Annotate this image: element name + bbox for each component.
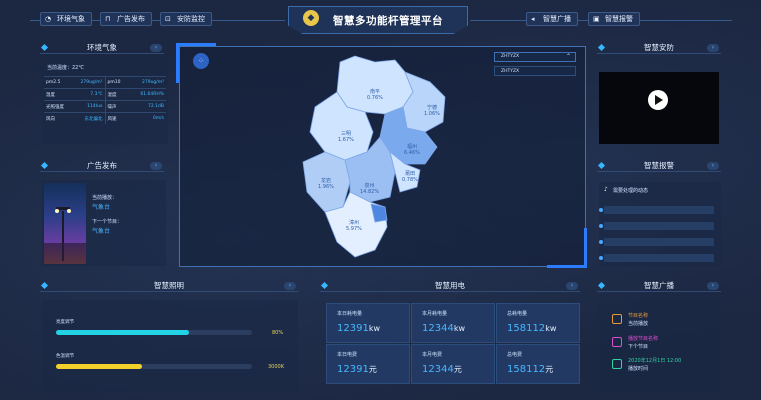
power-panel-header: 智慧用电 › xyxy=(320,280,580,292)
region-ningde[interactable] xyxy=(402,71,446,133)
chevron-right-icon[interactable]: › xyxy=(150,44,162,52)
region-label-quanzhou: 泉州 14.82% xyxy=(360,183,380,195)
alarm-icon: ▣ xyxy=(593,15,600,23)
playlist-icon xyxy=(612,337,622,347)
power-stat-monthly-fee: 本月电费 12344元 xyxy=(411,344,495,384)
ad-icon: ⊓ xyxy=(105,15,111,23)
brightness-value: 80% xyxy=(272,330,284,336)
calendar-icon xyxy=(612,359,622,369)
ad-next-label: 下一个节目： xyxy=(92,219,123,225)
diamond-icon xyxy=(40,43,49,52)
alarm-item[interactable] xyxy=(599,206,714,214)
map-corner-accent xyxy=(547,228,587,268)
province-map xyxy=(302,55,446,258)
region-label-putian: 莆田 0.78% xyxy=(402,171,418,183)
chevron-right-icon[interactable]: › xyxy=(150,162,162,170)
chevron-right-icon[interactable]: › xyxy=(707,162,719,170)
color-temp-fill xyxy=(56,364,143,369)
color-temp-label: 色温调节 xyxy=(56,354,74,359)
ad-next-value: 气象台 xyxy=(92,228,111,235)
map-menu-button[interactable]: ⁘ xyxy=(193,53,209,69)
region-label-nanping: 南平 0.76% xyxy=(367,89,383,101)
current-temperature: 当前温度：22℃ xyxy=(47,65,84,71)
dropdown-value: ZHTYZX xyxy=(501,54,520,59)
chevron-right-icon[interactable]: › xyxy=(707,282,719,290)
diamond-icon xyxy=(597,43,606,52)
region-label-zhangzhou: 漳州 5.97% xyxy=(346,220,362,232)
play-icon xyxy=(655,95,663,105)
alarm-item[interactable] xyxy=(599,222,714,230)
diamond-icon xyxy=(597,161,606,170)
alarm-item[interactable] xyxy=(599,254,714,262)
env-table: pm2.5 279ug/m³ pm10 279ug/m³ 温度 7.3℃ 湿度 61.6… xyxy=(44,76,166,124)
video-player[interactable] xyxy=(599,72,719,144)
play-button[interactable] xyxy=(648,90,668,110)
chevron-right-icon[interactable]: › xyxy=(284,282,296,290)
ad-current-value: 气象台 xyxy=(92,204,111,211)
lighting-panel-header: 智慧照明 › xyxy=(40,280,298,292)
ad-preview-image xyxy=(44,183,86,264)
camera-icon: ⊡ xyxy=(165,15,171,23)
table-row: pm2.5 279ug/m³ pm10 279ug/m³ xyxy=(44,76,166,88)
nav-button-security[interactable]: ⊡ 安防监控 xyxy=(160,12,212,26)
dropdown-option[interactable]: ZHTYZX xyxy=(494,66,576,76)
chevron-right-icon[interactable]: › xyxy=(566,282,578,290)
map-dropdown[interactable]: ZHTYZX ⌃ xyxy=(494,52,576,62)
color-temp-value: 3000K xyxy=(268,364,285,370)
weather-icon: ◔ xyxy=(45,15,52,23)
lighting-panel xyxy=(42,300,298,392)
bell-icon: ♪ xyxy=(604,186,608,193)
grid-icon: ⁘ xyxy=(198,57,204,65)
ad-panel-header: 广告发布 › xyxy=(40,160,164,172)
power-stat-total-usage: 总耗电量 158112kw xyxy=(496,303,580,343)
diamond-icon xyxy=(40,161,49,170)
nav-button-alarm[interactable]: ▣ 智慧报警 xyxy=(588,12,640,26)
street-lamp-illustration xyxy=(44,207,86,264)
color-temp-slider[interactable] xyxy=(56,364,252,369)
broadcast-panel-header: 智慧广播 › xyxy=(597,280,721,292)
diamond-icon xyxy=(597,281,606,290)
security-panel-header: 智慧安防 › xyxy=(597,42,721,54)
power-stat-monthly-usage: 本月耗电量 12344kw xyxy=(411,303,495,343)
region-label-sanming: 三明 1.67% xyxy=(338,131,354,143)
env-panel-header: 环境气象 › xyxy=(40,42,164,54)
power-stat-daily-fee: 本日电费 12391元 xyxy=(326,344,410,384)
region-label-ningde: 宁德 1.06% xyxy=(424,105,440,117)
page-title: 智慧多功能杆管理平台 xyxy=(333,15,443,27)
program-icon xyxy=(612,314,622,324)
chevron-right-icon[interactable]: › xyxy=(707,44,719,52)
nav-button-environment[interactable]: ◔ 环境气象 xyxy=(40,12,92,26)
nav-button-broadcast[interactable]: ◂ 智慧广播 xyxy=(526,12,578,26)
region-label-longyan: 龙岩 1.96% xyxy=(318,178,334,190)
power-stat-daily-usage: 本日耗电量 12391kw xyxy=(326,303,410,343)
ad-current-label: 当前播放： xyxy=(92,195,118,201)
alarm-item[interactable] xyxy=(599,238,714,246)
diamond-icon xyxy=(320,281,329,290)
brightness-label: 亮度调节 xyxy=(56,320,74,325)
power-stat-total-fee: 总电费 158112元 xyxy=(496,344,580,384)
brightness-fill xyxy=(56,330,190,335)
brightness-slider[interactable] xyxy=(56,330,252,335)
alarm-panel-header: 智慧报警 › xyxy=(597,160,721,172)
table-row: 光照强度 114lux 噪声 72.1dB xyxy=(44,100,166,112)
speaker-icon: ◂ xyxy=(531,15,535,23)
nav-button-advert[interactable]: ⊓ 广告发布 xyxy=(100,12,152,26)
region-nanping[interactable] xyxy=(336,55,414,115)
alarm-subtitle: 需要处理的动态 xyxy=(613,188,649,194)
region-label-fuzhou: 福州 6.46% xyxy=(404,144,420,156)
table-row: 风向 东北偏北 风速 0m/s xyxy=(44,112,166,124)
table-row: 温度 7.3℃ 湿度 61.64RH% xyxy=(44,88,166,100)
diamond-icon xyxy=(40,281,49,290)
logo-icon: ◆ xyxy=(303,10,319,26)
chevron-up-icon: ⌃ xyxy=(565,53,571,60)
